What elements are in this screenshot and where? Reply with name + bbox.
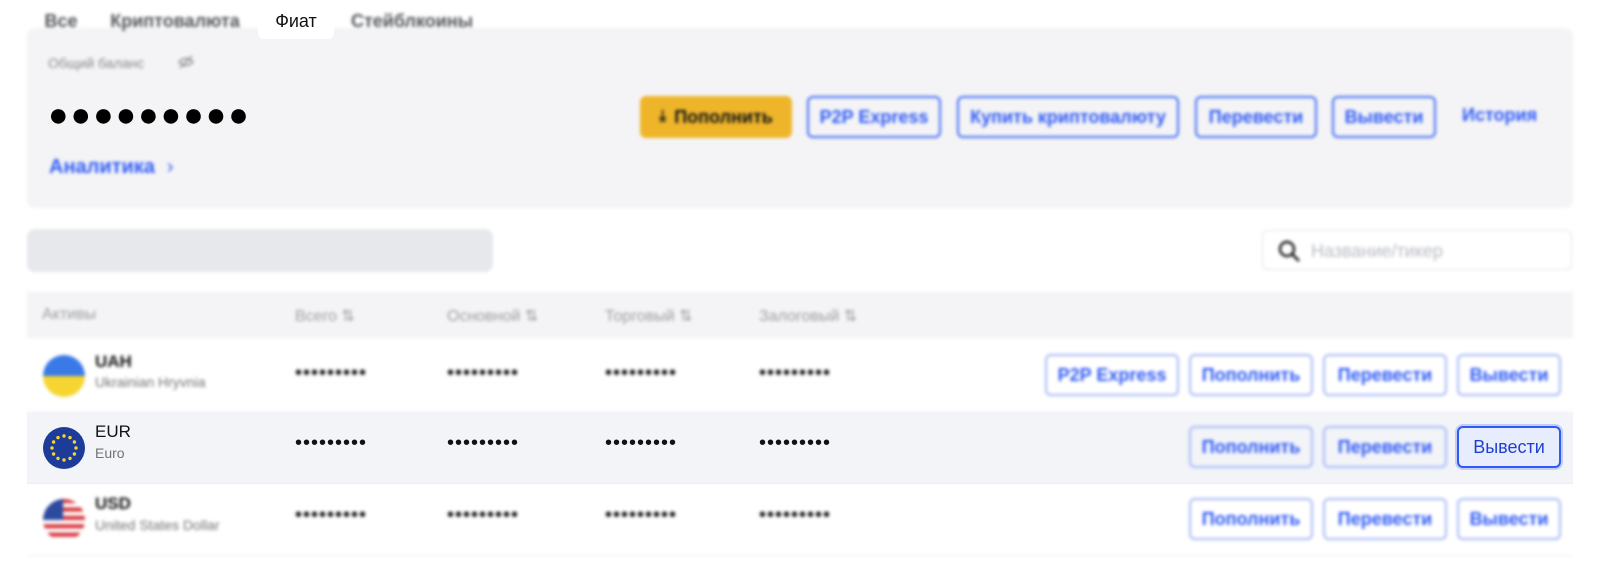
total-value: ••••••••• xyxy=(295,432,368,454)
chevron-right-icon: › xyxy=(166,156,174,178)
column-header-main[interactable]: Основной ⇅ xyxy=(447,306,538,326)
search-box[interactable]: Название/тикер xyxy=(1262,230,1572,270)
withdraw-button[interactable]: Вывести xyxy=(1457,354,1561,396)
p2p-express-button[interactable]: P2P Express xyxy=(807,96,941,138)
table-row: EUR Euro ••••••••• ••••••••• ••••••••• •… xyxy=(27,412,1573,484)
deposit-button[interactable]: Пополнить xyxy=(1189,426,1313,468)
p2p-express-button[interactable]: P2P Express xyxy=(1045,354,1179,396)
asset-name: Ukrainian Hryvnia xyxy=(95,374,206,390)
sort-icon: ⇅ xyxy=(341,308,355,325)
search-icon xyxy=(1278,240,1300,262)
withdraw-button[interactable]: Вывести xyxy=(1457,426,1561,468)
sort-icon: ⇅ xyxy=(679,308,693,325)
trading-value: ••••••••• xyxy=(605,504,678,526)
main-value: ••••••••• xyxy=(447,362,520,384)
balance-label: Общий баланс xyxy=(48,55,145,71)
withdraw-button[interactable]: Вывести xyxy=(1457,498,1561,540)
transfer-button[interactable]: Перевести xyxy=(1323,498,1447,540)
transfer-button[interactable]: Перевести xyxy=(1195,96,1317,138)
collateral-value: ••••••••• xyxy=(759,504,832,526)
main-value: ••••••••• xyxy=(447,504,520,526)
trading-value: ••••••••• xyxy=(605,432,678,454)
tab-all[interactable]: Все xyxy=(31,4,91,39)
deposit-button[interactable]: Пополнить xyxy=(1189,498,1313,540)
main-value: ••••••••• xyxy=(447,432,520,454)
transfer-button[interactable]: Перевести xyxy=(1323,426,1447,468)
deposit-label: Пополнить xyxy=(674,106,773,127)
analytics-link[interactable]: Аналитика › xyxy=(49,156,174,179)
tab-crypto[interactable]: Криптовалюта xyxy=(100,4,250,39)
collateral-value: ••••••••• xyxy=(759,362,832,384)
sort-icon: ⇅ xyxy=(524,308,539,325)
deposit-button[interactable]: ⤓ Пополнить xyxy=(640,96,792,138)
total-value: ••••••••• xyxy=(295,504,368,526)
buy-crypto-button[interactable]: Купить криптовалюту xyxy=(957,96,1179,138)
tab-stablecoins[interactable]: Стейблкоины xyxy=(342,4,482,39)
asset-code: USD xyxy=(95,494,131,513)
uah-flag-icon xyxy=(43,355,85,397)
sort-icon: ⇅ xyxy=(843,308,858,325)
column-header-total[interactable]: Всего ⇅ xyxy=(295,306,355,326)
search-input[interactable]: Название/тикер xyxy=(1311,241,1443,262)
column-header-assets[interactable]: Активы xyxy=(42,306,96,324)
deposit-button[interactable]: Пополнить xyxy=(1189,354,1313,396)
total-value: ••••••••• xyxy=(295,362,368,384)
collateral-value: ••••••••• xyxy=(759,432,832,454)
column-header-trading[interactable]: Торговый ⇅ xyxy=(605,306,693,326)
column-header-main-label: Основной xyxy=(447,308,521,325)
usd-flag-icon xyxy=(43,499,85,541)
table-row: UAH Ukrainian Hryvnia ••••••••• ••••••••… xyxy=(27,340,1573,412)
asset-filter-tabs xyxy=(27,229,493,272)
eye-off-icon[interactable] xyxy=(178,55,194,72)
tab-fiat[interactable]: Фиат xyxy=(258,4,334,39)
analytics-label: Аналитика xyxy=(49,156,155,178)
asset-code: UAH xyxy=(95,352,132,371)
transfer-button[interactable]: Перевести xyxy=(1323,354,1447,396)
deposit-icon: ⤓ xyxy=(659,108,667,125)
asset-name: Euro xyxy=(95,445,125,461)
asset-code: EUR xyxy=(95,422,131,441)
withdraw-button[interactable]: Вывести xyxy=(1332,96,1436,138)
history-link[interactable]: История xyxy=(1462,105,1537,126)
trading-value: ••••••••• xyxy=(605,362,678,384)
eur-flag-icon xyxy=(43,427,85,469)
asset-name: United States Dollar xyxy=(95,517,220,533)
balance-masked-value: ●●●●●●●●● xyxy=(48,96,251,134)
column-header-collateral[interactable]: Залоговый ⇅ xyxy=(759,306,857,326)
column-header-collateral-label: Залоговый xyxy=(759,308,840,325)
column-header-total-label: Всего xyxy=(295,308,337,325)
table-row: USD United States Dollar ••••••••• •••••… xyxy=(27,484,1573,556)
column-header-trading-label: Торговый xyxy=(605,308,675,325)
table-header: Активы Всего ⇅ Основной ⇅ Торговый ⇅ Зал… xyxy=(27,292,1573,338)
